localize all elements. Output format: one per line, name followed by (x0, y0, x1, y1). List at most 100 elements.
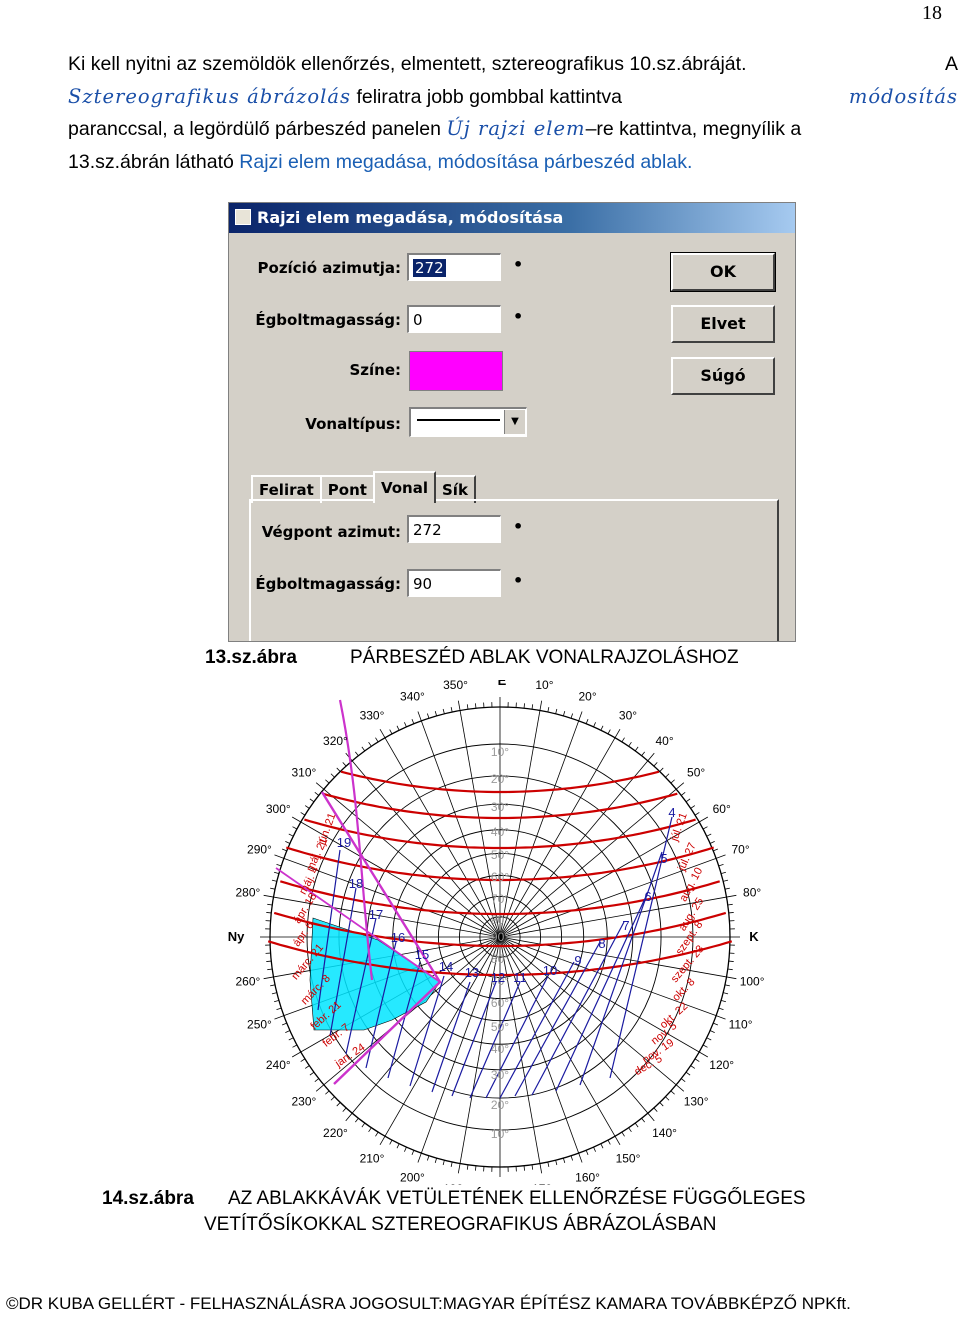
azimuth-tick (724, 984, 730, 987)
azimuth-tick (368, 741, 372, 747)
hour-label: 11 (513, 970, 527, 985)
azimuth-label: 320° (323, 734, 348, 748)
term-modify: módosítás (848, 84, 958, 108)
azimuth-tick (389, 1139, 393, 1145)
azimuth-tick (274, 1015, 285, 1020)
azimuth-tick (675, 1084, 685, 1092)
altitude-label: 80° (491, 913, 509, 927)
azimuth-tick (702, 1044, 708, 1048)
azimuth-tick (266, 912, 272, 914)
azimuth-tick (718, 1007, 724, 1010)
azimuth-tick (727, 903, 733, 906)
azimuth-tick (641, 751, 645, 757)
azimuth-tick (361, 746, 366, 752)
azimuth-label: 310° (291, 765, 316, 779)
required-marker: • (513, 307, 524, 326)
azimuth-tick (404, 1146, 407, 1152)
azimuth-tick (309, 1071, 315, 1076)
azimuth-tick (355, 751, 359, 757)
endpoint-altitude-input[interactable]: 90 (407, 569, 501, 597)
endpoint-altitude-value: 90 (413, 575, 433, 593)
azimuth-tick (706, 1037, 712, 1041)
north-label: É (498, 680, 507, 688)
azimuth-tick (709, 1030, 715, 1033)
azimuth-label: 60° (713, 802, 731, 816)
hour-label: 5 (660, 851, 667, 866)
tab-vonal[interactable]: Vonal (372, 471, 436, 503)
azimuth-tick (325, 779, 330, 784)
azimuth-tick (291, 1051, 302, 1058)
dialog-title: Rajzi elem megadása, módosítása (257, 208, 564, 227)
azimuth-tick (315, 1084, 325, 1092)
paragraph-text: Ki kell nyitni az szemöldök ellenőrzés, … (68, 53, 747, 75)
azimuth-tick (680, 1078, 686, 1082)
hour-label: 7 (622, 918, 629, 933)
azimuth-tick (726, 894, 737, 898)
linetype-select[interactable]: ▼ (409, 407, 527, 437)
azimuth-label: 330° (360, 708, 385, 722)
azimuth-label: 250° (247, 1018, 272, 1032)
azimuth-tick (563, 1157, 566, 1164)
azimuth-tick (728, 912, 734, 914)
element-dialog: Rajzi elem megadása, módosítása Pozíció … (228, 202, 796, 642)
hour-line (531, 921, 625, 1096)
window-icon (235, 209, 251, 225)
azimuth-tick (274, 854, 285, 859)
altitude-label: 40° (491, 825, 509, 839)
azimuth-label: 340° (400, 689, 425, 703)
endpoint-azimuth-value: 272 (413, 521, 442, 539)
hour-label: 9 (574, 953, 581, 968)
azimuth-tick (336, 1102, 341, 1107)
ok-button[interactable]: OK (670, 252, 776, 292)
azimuth-tick (718, 864, 724, 867)
azimuth-tick (396, 725, 400, 731)
hour-label: 16 (391, 930, 405, 945)
azimuth-label: 40° (655, 734, 673, 748)
azimuth-tick (434, 710, 437, 717)
paragraph-line-3: paranccsal, a legördülő párbeszéd panele… (68, 117, 802, 140)
azimuth-tick (288, 833, 294, 837)
hour-label: 15 (415, 947, 429, 962)
azimuth-tick (647, 1112, 655, 1122)
paragraph-line-4: 13.sz.ábrán látható Rajzi elem megadása,… (68, 146, 958, 179)
azimuth-tick (641, 1117, 645, 1123)
figure14-title-line2: VETÍTŐSÍKOKKAL SZTEREOGRAFIKUS ÁBRÁZOLÁS… (204, 1214, 717, 1235)
azimuth-tick (276, 864, 282, 867)
color-swatch[interactable] (409, 351, 503, 391)
azimuth-tick (450, 707, 453, 713)
azimuth-tick (578, 711, 583, 722)
azimuth-label: 170° (532, 1182, 557, 1185)
hour-label: 17 (369, 907, 383, 922)
color-label: Színe: (349, 361, 401, 379)
azimuth-label: 110° (729, 1018, 753, 1032)
azimuth-tick (417, 1152, 422, 1163)
azimuth-tick (702, 826, 708, 830)
azimuth-label: 190° (443, 1182, 468, 1185)
help-button[interactable]: Súgó (671, 357, 775, 395)
azimuth-tick (570, 1155, 573, 1161)
azimuth-tick (281, 1022, 287, 1026)
azimuth-tick (680, 792, 686, 796)
azimuth-label: 280° (235, 886, 260, 900)
azimuth-label: 240° (266, 1058, 291, 1072)
azimuth-tick (450, 1161, 453, 1167)
azimuth-tick (547, 707, 550, 713)
azimuth-input[interactable]: 272 (407, 253, 501, 281)
azimuth-tick (314, 792, 320, 796)
azimuth-tick (292, 1044, 298, 1048)
diagram-labels: 10° 20° 30° 40° 50° 60° 70° 80° 100° 110° 120° 130°… (228, 680, 765, 1185)
azimuth-tick (475, 703, 477, 709)
azimuth-tick (728, 960, 734, 962)
altitude-input[interactable]: 0 (407, 305, 501, 333)
figure14-title-line1: AZ ABLAKKÁVÁK VETÜLETÉNEK ELLENŐRZÉSE FÜ… (228, 1188, 806, 1209)
azimuth-tick (659, 767, 664, 772)
azimuth-tick (607, 729, 611, 735)
hour-label: 10 (543, 963, 557, 978)
azimuth-tick (411, 718, 415, 724)
hour-line (499, 961, 575, 1099)
endpoint-azimuth-input[interactable]: 272 (407, 515, 501, 543)
azimuth-label: 50° (687, 765, 705, 779)
endpoint-azimuth-label: Végpont azimut: (261, 523, 401, 541)
cancel-button[interactable]: Elvet (671, 305, 775, 343)
azimuth-tick (285, 1030, 291, 1033)
